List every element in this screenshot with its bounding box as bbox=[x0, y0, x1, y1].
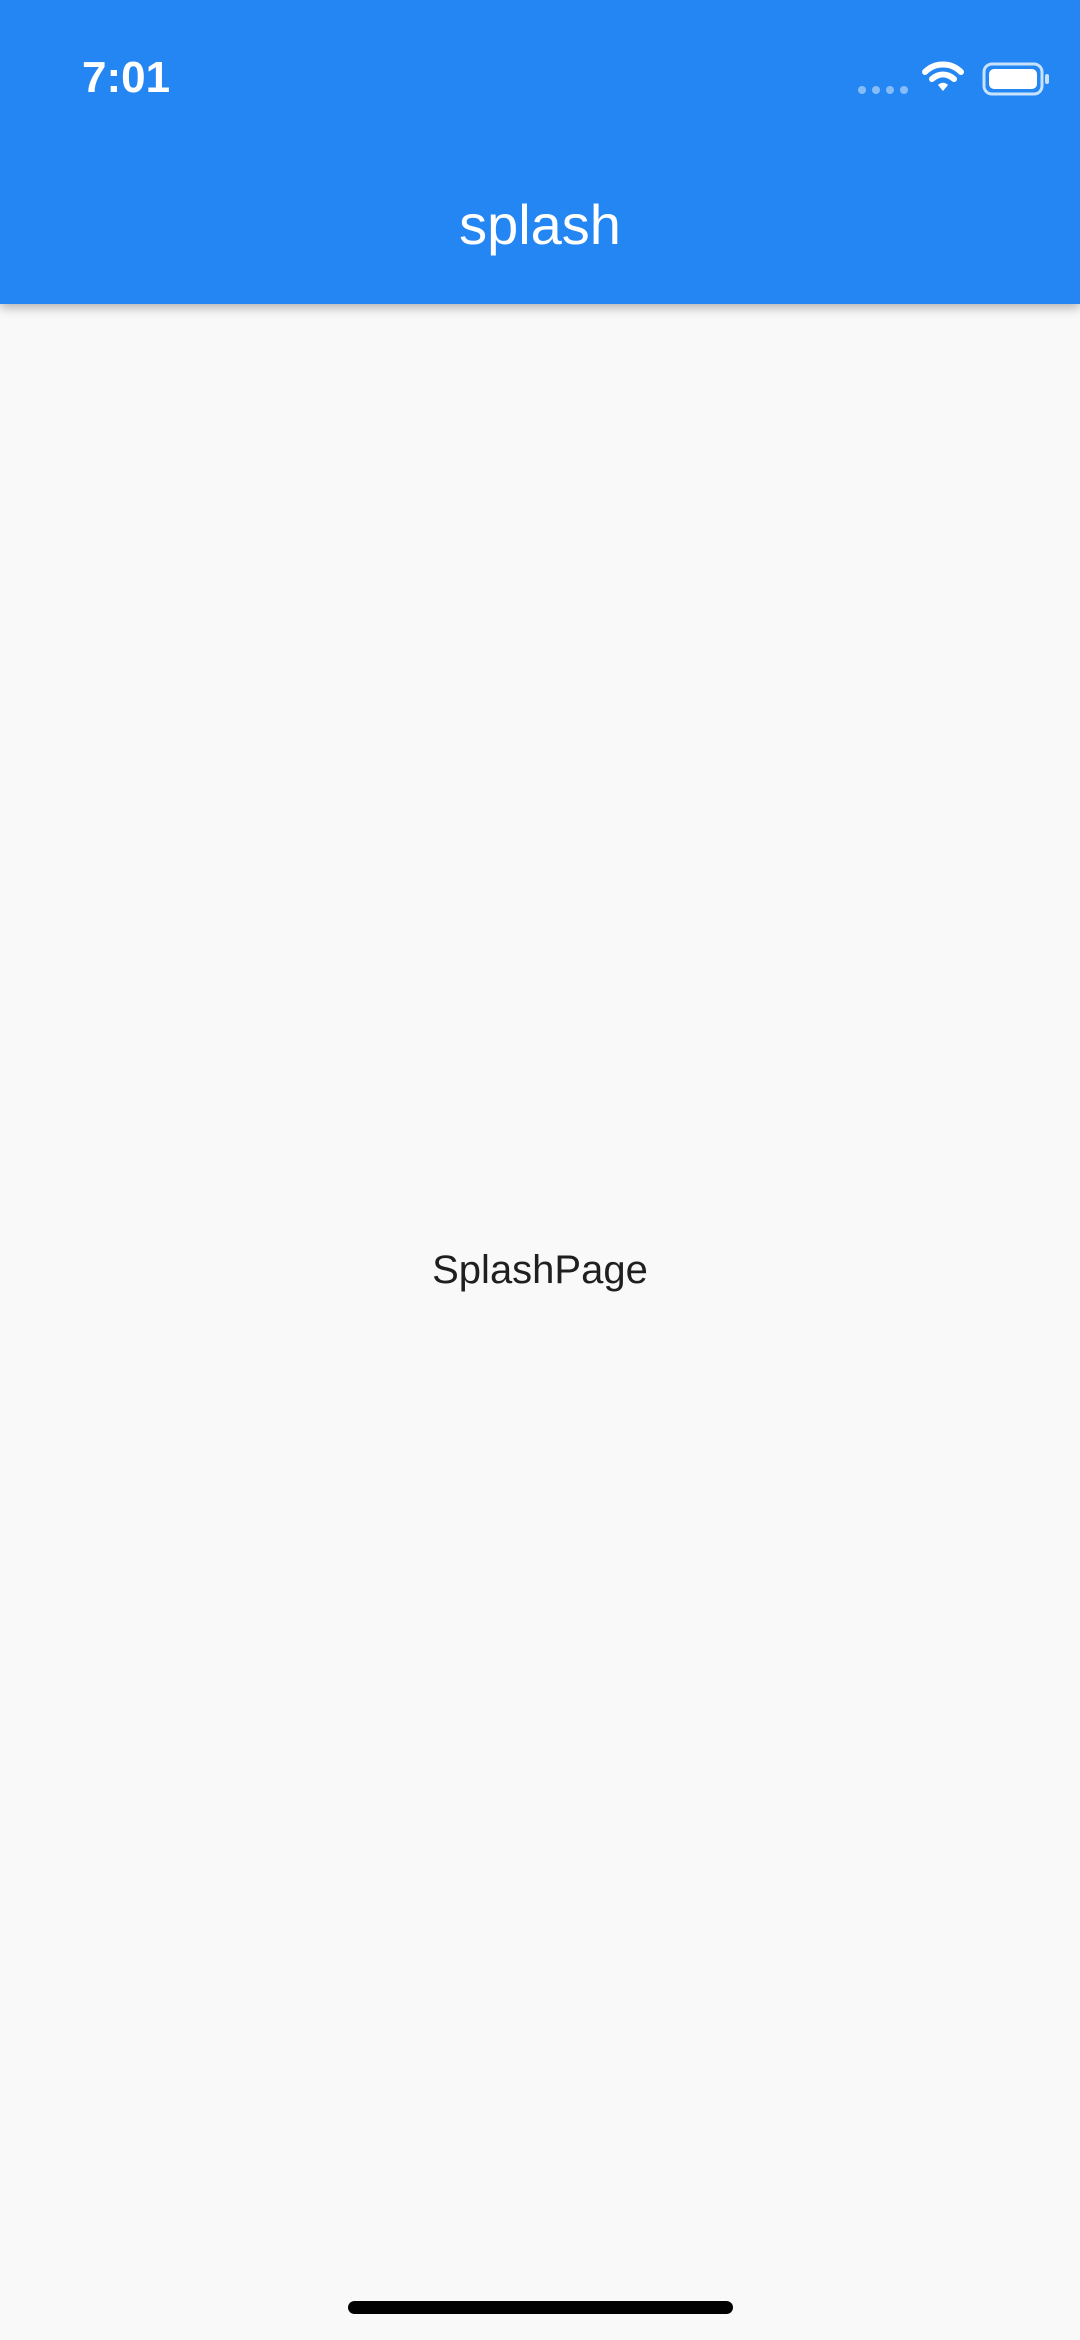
status-time: 7:01 bbox=[82, 53, 171, 102]
app-bar: 7:01 splash bbox=[0, 0, 1080, 304]
page-title: splash bbox=[459, 193, 621, 256]
status-bar: 7:01 bbox=[0, 0, 1080, 160]
home-indicator[interactable] bbox=[348, 2301, 733, 2314]
battery-icon bbox=[982, 62, 1049, 96]
signal-dots-icon bbox=[858, 86, 908, 94]
splash-page-text: SplashPage bbox=[432, 1248, 648, 1292]
wifi-icon bbox=[922, 61, 964, 91]
content-area bbox=[0, 304, 1080, 2340]
